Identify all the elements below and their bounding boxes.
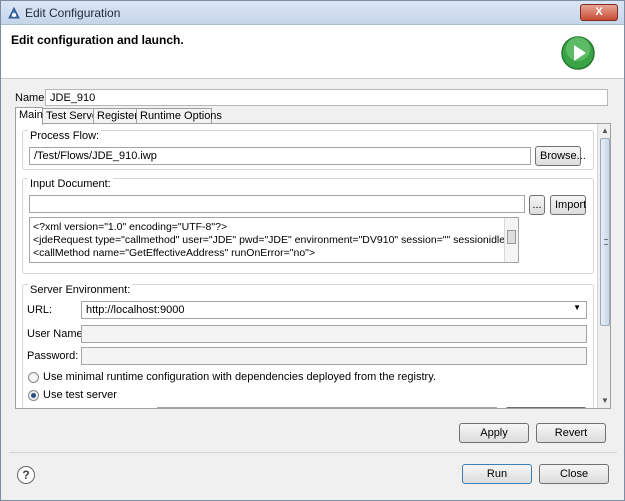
radio-minimal-runtime-label[interactable]: Use minimal runtime configuration with d… [43,371,436,383]
test-server-field[interactable] [157,407,497,408]
password-field[interactable] [81,347,587,365]
revert-button[interactable]: Revert [536,423,606,443]
test-server-button[interactable] [505,407,587,408]
apply-button[interactable]: Apply [459,423,529,443]
chevron-down-icon: ▼ [573,303,581,312]
username-label: User Name: [27,328,86,340]
input-more-button[interactable]: ... [529,195,545,215]
footer-divider [9,452,617,453]
help-icon[interactable]: ? [17,466,35,484]
grip-icon [604,239,608,245]
tab-runtime-options[interactable]: Runtime Options [136,108,222,124]
tab-test-server[interactable]: Test Server [42,108,102,124]
server-environment-label: Server Environment: [28,284,133,296]
main-tab-panel: Process Flow: /Test/Flows/JDE_910.iwp Br… [15,123,611,409]
window-title: Edit Configuration [25,6,121,20]
scroll-down-icon[interactable]: ▼ [599,395,610,407]
name-field[interactable]: JDE_910 [45,89,608,106]
xml-editor[interactable]: <?xml version="1.0" encoding="UTF-8"?> <… [29,217,519,263]
xml-line: <callMethod name="GetEffectiveAddress" r… [33,247,316,259]
panel-scroll-thumb[interactable] [600,138,610,326]
tab-registers[interactable]: Registers [93,108,143,124]
url-value: http://localhost:9000 [86,304,185,316]
username-field[interactable] [81,325,587,343]
process-flow-group: Process Flow: /Test/Flows/JDE_910.iwp Br… [22,130,594,170]
header-panel: Edit configuration and launch. [1,25,624,79]
panel-scrollbar[interactable]: ▲ ▼ [597,124,610,408]
radio-minimal-runtime[interactable] [28,372,39,383]
title-bar: Edit Configuration X [1,1,624,25]
url-label: URL: [27,304,53,316]
server-environment-group: Server Environment: URL: http://localhos… [22,284,594,408]
close-button[interactable]: Close [539,464,609,484]
name-row: Name: JDE_910 [15,89,611,107]
xml-line: <?xml version="1.0" encoding="UTF-8"?> [33,221,228,233]
radio-use-test-server[interactable] [28,390,39,401]
xml-line: <jdeRequest type="callmethod" user="JDE"… [33,234,519,246]
import-button[interactable]: Import [550,195,586,215]
password-label: Password: [27,350,79,362]
input-document-label: Input Document: [28,178,113,190]
run-launch-icon [561,36,595,70]
process-flow-field[interactable]: /Test/Flows/JDE_910.iwp [29,147,531,165]
radio-use-test-server-label[interactable]: Use test server [43,389,117,401]
process-flow-label: Process Flow: [28,130,102,142]
browse-button[interactable]: Browse... [535,146,586,166]
name-label: Name: [15,92,48,104]
window-close-button[interactable]: X [580,4,618,21]
app-icon [8,6,20,19]
input-document-group: Input Document: ... Import <?xml version… [22,178,594,274]
edit-configuration-window: Edit Configuration X Edit configuration … [0,0,625,501]
url-select[interactable]: http://localhost:9000 ▼ [81,301,587,319]
input-document-field[interactable] [29,195,525,213]
xml-scrollbar[interactable] [504,218,518,262]
run-button[interactable]: Run [462,464,532,484]
scroll-up-icon[interactable]: ▲ [599,125,610,137]
tab-main[interactable]: Main [15,107,43,125]
page-heading: Edit configuration and launch. [11,33,184,47]
xml-scroll-thumb[interactable] [507,230,516,244]
